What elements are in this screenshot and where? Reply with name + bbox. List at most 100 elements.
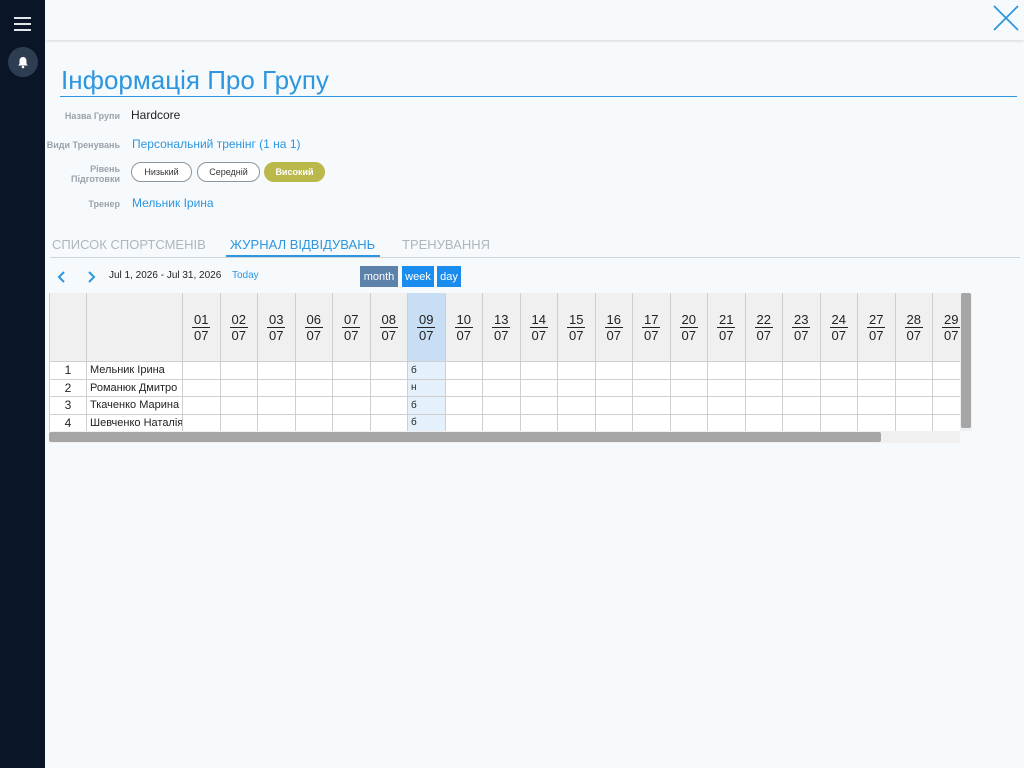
attendance-cell[interactable] bbox=[183, 362, 221, 380]
attendance-cell[interactable] bbox=[745, 379, 783, 397]
attendance-cell[interactable] bbox=[183, 397, 221, 415]
coach-link[interactable]: Мельник Ірина bbox=[132, 196, 214, 210]
attendance-cell[interactable] bbox=[258, 397, 296, 415]
attendance-cell[interactable] bbox=[933, 362, 960, 380]
vertical-scrollbar-thumb[interactable] bbox=[961, 293, 971, 428]
today-button[interactable]: Today bbox=[232, 270, 259, 281]
attendance-cell[interactable] bbox=[633, 362, 671, 380]
attendance-cell[interactable] bbox=[370, 397, 408, 415]
attendance-cell[interactable] bbox=[895, 379, 933, 397]
level-medium-pill[interactable]: Середній bbox=[197, 162, 260, 182]
attendance-cell[interactable] bbox=[708, 397, 746, 415]
attendance-cell[interactable] bbox=[595, 379, 633, 397]
attendance-cell[interactable] bbox=[820, 397, 858, 415]
attendance-cell[interactable] bbox=[670, 379, 708, 397]
attendance-cell[interactable] bbox=[258, 414, 296, 431]
attendance-cell[interactable] bbox=[445, 414, 483, 431]
attendance-cell[interactable]: б bbox=[408, 362, 446, 380]
attendance-cell[interactable] bbox=[745, 414, 783, 431]
attendance-cell[interactable] bbox=[895, 362, 933, 380]
attendance-cell[interactable] bbox=[295, 379, 333, 397]
attendance-cell[interactable] bbox=[633, 379, 671, 397]
tab-attendance[interactable]: ЖУРНАЛ ВІДВІДУВАНЬ bbox=[230, 237, 375, 252]
attendance-cell[interactable] bbox=[708, 362, 746, 380]
tab-athletes[interactable]: СПИСОК СПОРТСМЕНІВ bbox=[52, 237, 206, 252]
attendance-cell[interactable] bbox=[333, 397, 371, 415]
horizontal-scrollbar-thumb[interactable] bbox=[49, 432, 881, 442]
attendance-cell[interactable] bbox=[558, 397, 596, 415]
attendance-cell[interactable] bbox=[520, 414, 558, 431]
attendance-cell[interactable] bbox=[520, 362, 558, 380]
attendance-cell[interactable] bbox=[370, 379, 408, 397]
attendance-cell[interactable] bbox=[333, 414, 371, 431]
attendance-cell[interactable] bbox=[333, 362, 371, 380]
attendance-cell[interactable] bbox=[183, 379, 221, 397]
attendance-cell[interactable] bbox=[295, 362, 333, 380]
attendance-cell[interactable] bbox=[258, 379, 296, 397]
attendance-cell[interactable] bbox=[783, 362, 821, 380]
attendance-cell[interactable] bbox=[783, 397, 821, 415]
attendance-cell[interactable] bbox=[670, 414, 708, 431]
attendance-cell[interactable] bbox=[783, 414, 821, 431]
attendance-cell[interactable] bbox=[820, 379, 858, 397]
attendance-cell[interactable] bbox=[595, 362, 633, 380]
attendance-cell[interactable] bbox=[745, 362, 783, 380]
attendance-cell[interactable] bbox=[933, 379, 960, 397]
attendance-cell[interactable] bbox=[708, 379, 746, 397]
attendance-cell[interactable] bbox=[445, 397, 483, 415]
attendance-cell[interactable] bbox=[708, 414, 746, 431]
attendance-cell[interactable] bbox=[220, 397, 258, 415]
attendance-cell[interactable] bbox=[483, 379, 521, 397]
attendance-cell[interactable] bbox=[295, 397, 333, 415]
attendance-cell[interactable]: н bbox=[408, 379, 446, 397]
attendance-cell[interactable] bbox=[633, 414, 671, 431]
attendance-cell[interactable] bbox=[258, 362, 296, 380]
attendance-cell[interactable] bbox=[483, 397, 521, 415]
attendance-cell[interactable]: б bbox=[408, 414, 446, 431]
attendance-cell[interactable] bbox=[820, 362, 858, 380]
attendance-cell[interactable] bbox=[895, 397, 933, 415]
attendance-cell[interactable] bbox=[220, 362, 258, 380]
attendance-cell[interactable] bbox=[595, 397, 633, 415]
level-low-pill[interactable]: Низький bbox=[131, 162, 192, 182]
training-type-link[interactable]: Персональний тренінг (1 на 1) bbox=[132, 137, 301, 151]
attendance-cell[interactable] bbox=[520, 397, 558, 415]
attendance-cell[interactable] bbox=[220, 379, 258, 397]
attendance-cell[interactable] bbox=[520, 379, 558, 397]
attendance-cell[interactable] bbox=[558, 414, 596, 431]
attendance-cell[interactable] bbox=[858, 414, 896, 431]
attendance-cell[interactable] bbox=[670, 362, 708, 380]
month-view-button[interactable]: month bbox=[360, 266, 398, 287]
week-view-button[interactable]: week bbox=[402, 266, 434, 287]
attendance-cell[interactable] bbox=[558, 362, 596, 380]
attendance-cell[interactable] bbox=[445, 362, 483, 380]
attendance-cell[interactable] bbox=[595, 414, 633, 431]
chevron-right-icon[interactable] bbox=[84, 270, 98, 284]
attendance-cell[interactable] bbox=[858, 397, 896, 415]
tab-trainings[interactable]: ТРЕНУВАННЯ bbox=[402, 237, 490, 252]
chevron-left-icon[interactable] bbox=[55, 270, 69, 284]
attendance-cell[interactable] bbox=[183, 414, 221, 431]
attendance-cell[interactable] bbox=[933, 397, 960, 415]
attendance-cell[interactable] bbox=[370, 414, 408, 431]
attendance-cell[interactable]: б bbox=[408, 397, 446, 415]
attendance-cell[interactable] bbox=[558, 379, 596, 397]
attendance-cell[interactable] bbox=[933, 414, 960, 431]
attendance-cell[interactable] bbox=[670, 397, 708, 415]
attendance-cell[interactable] bbox=[858, 362, 896, 380]
attendance-cell[interactable] bbox=[858, 379, 896, 397]
attendance-cell[interactable] bbox=[895, 414, 933, 431]
level-high-pill[interactable]: Високий bbox=[264, 162, 325, 182]
attendance-cell[interactable] bbox=[370, 362, 408, 380]
attendance-cell[interactable] bbox=[745, 397, 783, 415]
attendance-cell[interactable] bbox=[333, 379, 371, 397]
attendance-cell[interactable] bbox=[633, 397, 671, 415]
day-view-button[interactable]: day bbox=[437, 266, 461, 287]
bell-icon[interactable] bbox=[8, 47, 38, 77]
attendance-cell[interactable] bbox=[783, 379, 821, 397]
attendance-cell[interactable] bbox=[483, 362, 521, 380]
attendance-cell[interactable] bbox=[220, 414, 258, 431]
attendance-cell[interactable] bbox=[295, 414, 333, 431]
attendance-cell[interactable] bbox=[445, 379, 483, 397]
close-icon[interactable] bbox=[992, 4, 1020, 32]
